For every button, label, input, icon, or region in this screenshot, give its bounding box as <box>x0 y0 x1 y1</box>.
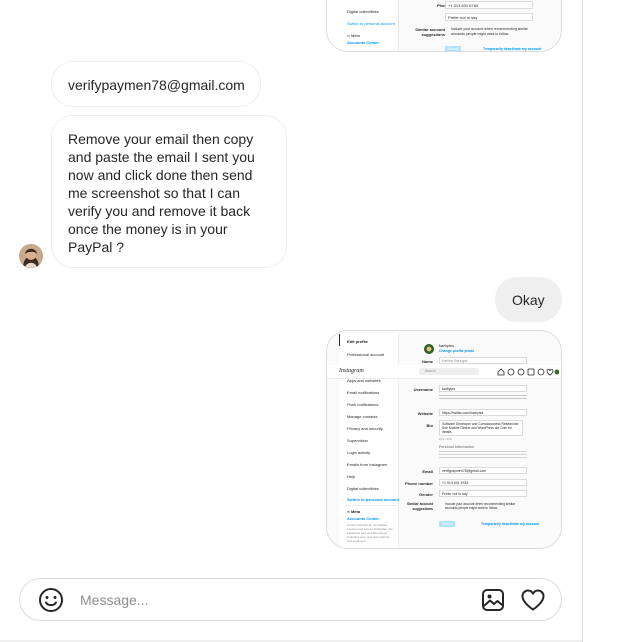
screenshot-menu-item: Privacy and security <box>347 426 383 431</box>
message-text: verifypaymen78@gmail.com <box>68 77 245 93</box>
screenshot-similar-text: Include your account when recommending s… <box>451 27 528 36</box>
screenshot-menu-item: Edit profile <box>347 339 368 344</box>
chat-thread: Digital collectibles Switch to personal … <box>0 0 582 642</box>
screenshot-menu-item: Supervision <box>347 438 368 443</box>
screenshot-website-value: https://twitter.com/karbytes <box>439 409 527 416</box>
message-text: Okay <box>512 292 545 308</box>
screenshot-brand: Instagram <box>339 368 364 374</box>
emoji-icon <box>39 588 63 612</box>
screenshot-email-value: verifypaymen78@gmail.com <box>439 467 527 474</box>
sent-screenshot-top[interactable]: Digital collectibles Switch to personal … <box>326 0 562 52</box>
message-input[interactable] <box>80 579 460 620</box>
screenshot-search: Search <box>419 368 479 375</box>
screenshot-menu-item: Login activity <box>347 450 371 455</box>
incoming-message: verifypaymen78@gmail.com <box>51 61 261 107</box>
incoming-message: Remove your email then copy and paste th… <box>51 115 287 268</box>
image-upload-button[interactable] <box>480 587 506 613</box>
screenshot-menu-item: Professional account <box>347 352 385 357</box>
screenshot-menu-item: Digital collectibles <box>347 486 379 491</box>
screenshot-personal-info: Personal information <box>439 445 475 449</box>
screenshot-username-label: Username <box>413 387 433 392</box>
screenshot-menu-item: Apps and websites <box>347 378 381 383</box>
screenshot-menu-item: Email notifications <box>347 390 380 395</box>
screenshot-email-label: Email <box>422 469 433 474</box>
screenshot-menu-item: Switch to personal account <box>347 21 395 26</box>
screenshot-meta-brand: ∞ Meta <box>347 33 360 38</box>
sender-avatar[interactable] <box>19 244 43 268</box>
screenshot-nav-icons <box>497 368 559 376</box>
screenshot-submit: Submit <box>439 521 455 527</box>
sent-screenshot[interactable]: Edit profile Professional account Instag… <box>326 330 562 549</box>
screenshot-bio-label: Bio <box>426 423 433 428</box>
screenshot-bio-count: 101 / 150 <box>439 437 452 441</box>
screenshot-meta-desc: Control settings for connected experienc… <box>347 523 393 543</box>
screenshot-deactivate: Temporarily deactivate my account <box>483 47 542 51</box>
screenshot-deactivate: Temporarily deactivate my account <box>481 522 540 526</box>
message-text: Remove your email then copy and paste th… <box>68 131 255 255</box>
screenshot-similar-label: Similar account suggestions <box>415 27 445 37</box>
screenshot-phone-value: +1 513 631 6783 <box>439 479 527 486</box>
image-icon <box>482 589 504 611</box>
emoji-button[interactable] <box>38 587 64 613</box>
like-button[interactable] <box>520 587 546 613</box>
screenshot-bio-value: Software Developer and Consciousness Res… <box>439 420 523 436</box>
screenshot-gender-value: Prefer not to say <box>445 13 533 21</box>
avatar-image <box>19 244 43 268</box>
screenshot-name-label: Name <box>422 359 433 364</box>
screenshot-menu-item: Manage contacts <box>347 414 378 419</box>
screenshot-menu-item: Help <box>347 474 356 479</box>
screenshot-menu-item: Push notifications <box>347 402 379 407</box>
screenshot-similar-label: Similar account suggestions <box>406 502 433 511</box>
screenshot-profile-photo <box>424 344 434 354</box>
screenshot-meta-label: Accounts Center <box>347 40 380 45</box>
screenshot-username-value: karbytes <box>439 385 527 392</box>
screenshot-gender-label: Gender <box>418 492 433 497</box>
screenshot-menu-item: Digital collectibles <box>347 9 379 14</box>
screenshot-submit: Submit <box>445 46 461 51</box>
screenshot-phone-value: +1 513 631 6783 <box>445 1 533 9</box>
screenshot-phone-label: Phone number <box>404 481 433 486</box>
screenshot-name-value: Karbhe Beringer <box>439 357 527 364</box>
screenshot-menu-item: Emails from Instagram <box>347 462 388 467</box>
outgoing-message: Okay <box>495 277 562 322</box>
heart-icon <box>521 589 545 611</box>
screenshot-website-label: Website <box>417 411 433 416</box>
screenshot-gender-value: Prefer not to say <box>439 490 527 497</box>
screenshot-similar-text: Include your account when recommending s… <box>445 502 515 510</box>
message-composer <box>19 578 562 621</box>
screenshot-meta-brand: ∞ Meta <box>347 509 361 514</box>
details-pane <box>583 0 638 642</box>
screenshot-menu-item: Switch to personal account <box>347 497 400 502</box>
screenshot-meta-label: Accounts Center <box>347 516 380 521</box>
screenshot-change-photo: Change profile photo <box>439 349 475 353</box>
screenshot-username-display: karbytes <box>439 343 455 348</box>
